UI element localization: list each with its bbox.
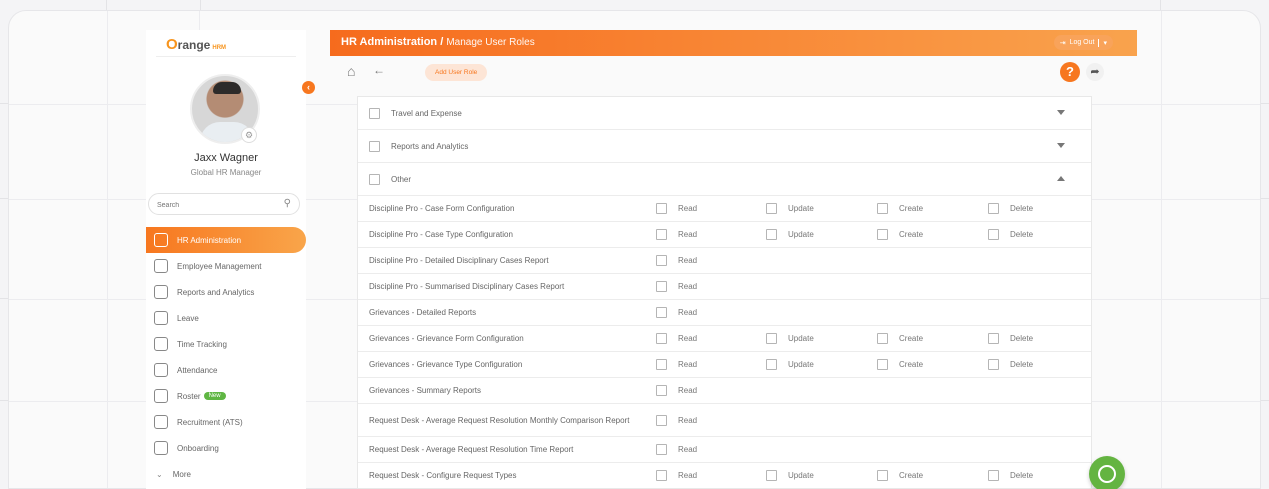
read-checkbox[interactable] xyxy=(656,470,667,481)
sidebar-item-attendance[interactable]: Attendance xyxy=(146,357,306,383)
roster-icon xyxy=(154,389,168,403)
update-checkbox[interactable] xyxy=(766,229,777,240)
sidebar-item-employee-management[interactable]: Employee Management xyxy=(146,253,306,279)
sidebar-item-more[interactable]: ⌄ More xyxy=(146,461,306,487)
delete-checkbox[interactable] xyxy=(988,203,999,214)
permission-row: Discipline Pro - Summarised Disciplinary… xyxy=(358,274,1091,300)
update-checkbox[interactable] xyxy=(766,359,777,370)
read-checkbox[interactable] xyxy=(656,203,667,214)
home-icon[interactable]: ⌂ xyxy=(347,63,355,79)
group-checkbox[interactable] xyxy=(369,107,380,119)
permission-row: Grievances - Summary Reports Read xyxy=(358,378,1091,404)
share-icon[interactable]: ➦ xyxy=(1086,63,1104,81)
sidebar: O range HRM ⚙ Jaxx Wagner Global HR Mana… xyxy=(146,30,306,489)
user-name: Jaxx Wagner xyxy=(194,152,258,164)
update-checkbox[interactable] xyxy=(766,470,777,481)
toolbar: ⌂ ← Add User Role ? ➦ xyxy=(330,58,1120,86)
delete-checkbox[interactable] xyxy=(988,333,999,344)
sidebar-search: ⚲ xyxy=(148,193,300,216)
chevron-down-icon[interactable]: ▾ xyxy=(1098,38,1107,47)
permission-row: Discipline Pro - Case Form Configuration… xyxy=(358,196,1091,222)
expand-arrow-icon[interactable] xyxy=(1057,143,1065,148)
read-checkbox[interactable] xyxy=(656,333,667,344)
create-checkbox[interactable] xyxy=(877,203,888,214)
read-checkbox[interactable] xyxy=(656,281,667,292)
roles-permissions-panel: Travel and Expense Reports and Analytics… xyxy=(357,96,1092,489)
group-other[interactable]: Other xyxy=(358,163,1091,196)
expand-arrow-icon[interactable] xyxy=(1057,110,1065,115)
create-checkbox[interactable] xyxy=(877,229,888,240)
create-checkbox[interactable] xyxy=(877,359,888,370)
permission-row: Request Desk - Configure Request Types R… xyxy=(358,463,1091,488)
logout-button[interactable]: ⇥ Log Out ▾ xyxy=(1053,35,1113,50)
create-checkbox[interactable] xyxy=(877,470,888,481)
read-checkbox[interactable] xyxy=(656,255,667,266)
sidebar-item-time-tracking[interactable]: Time Tracking xyxy=(146,331,306,357)
recruitment-icon xyxy=(154,415,168,429)
update-checkbox[interactable] xyxy=(766,203,777,214)
group-reports-and-analytics[interactable]: Reports and Analytics xyxy=(358,130,1091,163)
sidebar-item-onboarding[interactable]: Onboarding xyxy=(146,435,306,461)
collapse-arrow-icon[interactable] xyxy=(1057,176,1065,181)
user-role: Global HR Manager xyxy=(190,168,262,177)
permission-row: Grievances - Grievance Type Configuratio… xyxy=(358,352,1091,378)
read-checkbox[interactable] xyxy=(656,229,667,240)
logo-divider xyxy=(156,56,296,57)
onboarding-icon xyxy=(154,441,168,455)
sidebar-item-leave[interactable]: Leave xyxy=(146,305,306,331)
people-icon xyxy=(154,259,168,273)
read-checkbox[interactable] xyxy=(656,444,667,455)
sidebar-item-hr-administration[interactable]: HR Administration xyxy=(146,227,306,253)
sidebar-item-reports-and-analytics[interactable]: Reports and Analytics xyxy=(146,279,306,305)
top-header: HR Administration / Manage User Roles ⇥ … xyxy=(330,30,1137,56)
update-checkbox[interactable] xyxy=(766,333,777,344)
sidebar-item-recruitment[interactable]: Recruitment (ATS) xyxy=(146,409,306,435)
search-icon[interactable]: ⚲ xyxy=(284,198,291,209)
leave-icon xyxy=(154,311,168,325)
permission-row: Request Desk - Average Request Resolutio… xyxy=(358,437,1091,463)
chevron-down-icon: ⌄ xyxy=(156,469,163,479)
back-arrow-icon[interactable]: ← xyxy=(373,63,385,77)
logout-icon: ⇥ xyxy=(1059,39,1066,47)
read-checkbox[interactable] xyxy=(656,414,667,426)
read-checkbox[interactable] xyxy=(656,385,667,396)
permission-row: Grievances - Detailed Reports Read xyxy=(358,300,1091,326)
camera-icon[interactable]: ⚙ xyxy=(241,127,257,143)
app-logo[interactable]: O range HRM xyxy=(166,36,226,56)
sidebar-collapse-button[interactable]: ‹ xyxy=(302,81,315,94)
read-checkbox[interactable] xyxy=(656,307,667,318)
permission-row: Request Desk - Average Request Resolutio… xyxy=(358,404,1091,437)
permission-row: Grievances - Grievance Form Configuratio… xyxy=(358,326,1091,352)
permission-row: Discipline Pro - Case Type Configuration… xyxy=(358,222,1091,248)
delete-checkbox[interactable] xyxy=(988,229,999,240)
new-badge: New xyxy=(203,392,226,400)
attendance-icon xyxy=(154,363,168,377)
hr-admin-icon xyxy=(154,233,168,247)
tab-add-user-role[interactable]: Add User Role xyxy=(425,64,488,81)
report-icon xyxy=(154,285,168,299)
time-tracking-icon xyxy=(154,337,168,351)
search-input[interactable] xyxy=(149,195,269,216)
chat-assistant-button[interactable] xyxy=(1089,456,1125,489)
delete-checkbox[interactable] xyxy=(988,470,999,481)
read-checkbox[interactable] xyxy=(656,359,667,370)
group-checkbox[interactable] xyxy=(369,173,380,185)
delete-checkbox[interactable] xyxy=(988,359,999,370)
create-checkbox[interactable] xyxy=(877,333,888,344)
group-checkbox[interactable] xyxy=(369,140,380,152)
sidebar-menu: HR Administration Employee Management Re… xyxy=(146,227,306,487)
sidebar-item-roster[interactable]: Roster New xyxy=(146,383,306,409)
page-title: HR Administration / Manage User Roles xyxy=(341,36,535,48)
help-button[interactable]: ? xyxy=(1060,62,1080,82)
group-travel-and-expense[interactable]: Travel and Expense xyxy=(358,97,1091,130)
permission-row: Discipline Pro - Detailed Disciplinary C… xyxy=(358,248,1091,274)
assistant-icon xyxy=(1098,465,1116,483)
